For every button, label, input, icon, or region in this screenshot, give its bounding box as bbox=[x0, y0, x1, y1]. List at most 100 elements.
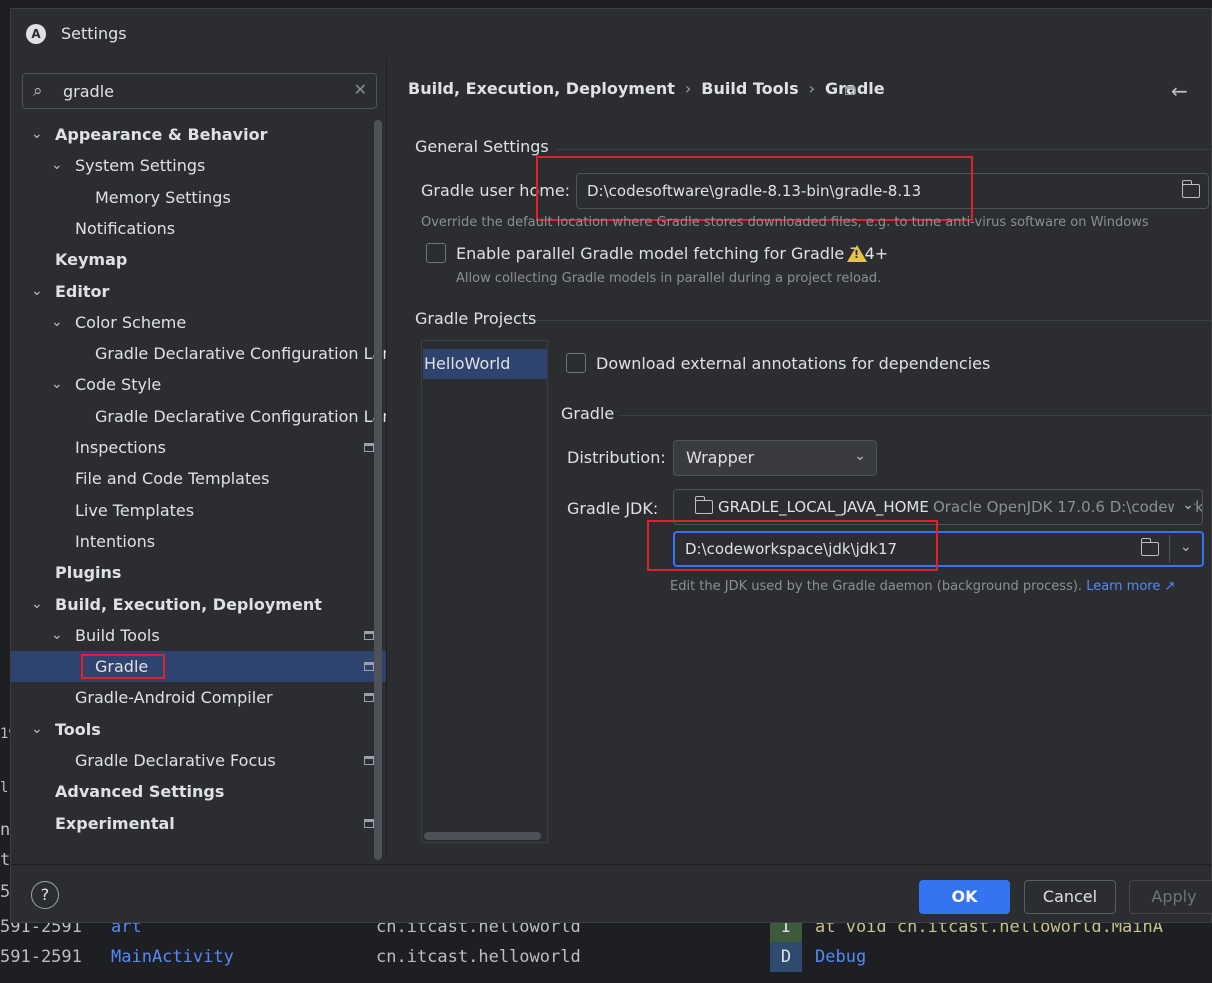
general-settings-title: General Settings bbox=[415, 137, 549, 156]
chevron-down-icon[interactable]: ⌄ bbox=[31, 276, 43, 307]
browse-folder-icon[interactable] bbox=[1140, 538, 1159, 556]
tree-item-label: Color Scheme bbox=[75, 312, 187, 332]
dialog-footer: ? OK Cancel Apply bbox=[11, 864, 1212, 922]
highlight-annotation bbox=[536, 156, 973, 221]
chevron-down-icon[interactable]: ⌄ bbox=[51, 369, 63, 400]
section-separator bbox=[536, 320, 1212, 321]
tree-item[interactable]: Gradle Declarative Focus bbox=[11, 745, 386, 776]
chevron-down-icon[interactable]: ⌄ bbox=[31, 119, 43, 150]
tree-item[interactable]: ⌄ Code Style bbox=[11, 369, 386, 400]
gradle-jdk-label: Gradle JDK: bbox=[567, 499, 659, 518]
chevron-down-icon[interactable]: ⌄ bbox=[1180, 539, 1192, 555]
tree-item-label: Inspections bbox=[75, 438, 166, 457]
tree-item[interactable]: ⌄ Build, Execution, Deployment bbox=[11, 589, 386, 620]
jdk-detail: Oracle OpenJDK 17.0.6 D:\codeworkspace\j… bbox=[933, 498, 1203, 516]
tree-item[interactable]: Inspections bbox=[11, 432, 386, 463]
tree-item[interactable]: ⌄ Editor bbox=[11, 276, 386, 307]
tree-item[interactable]: Gradle bbox=[11, 651, 386, 683]
apply-button[interactable]: Apply bbox=[1129, 880, 1212, 914]
tree-item[interactable]: ⌄ Build Tools bbox=[11, 620, 386, 651]
distribution-dropdown[interactable]: Wrapper ⌄ bbox=[673, 440, 877, 476]
tree-item[interactable]: Gradle Declarative Configuration Languag… bbox=[11, 338, 386, 369]
project-scope-icon bbox=[364, 818, 374, 828]
project-list-item[interactable]: HelloWorld bbox=[423, 349, 547, 379]
jdk-hint: Edit the JDK used by the Gradle daemon (… bbox=[670, 579, 1175, 594]
back-arrow-icon[interactable]: ← bbox=[1171, 79, 1188, 103]
tree-item[interactable]: Experimental bbox=[11, 808, 386, 839]
breadcrumb-item[interactable]: Build Tools bbox=[701, 79, 798, 98]
gradle-projects-list[interactable]: HelloWorld bbox=[421, 340, 548, 843]
search-input[interactable] bbox=[63, 80, 343, 102]
tree-item-label: Experimental bbox=[55, 813, 175, 833]
cancel-button[interactable]: Cancel bbox=[1024, 880, 1116, 914]
tree-scrollbar[interactable] bbox=[374, 120, 382, 860]
download-annotations-checkbox[interactable] bbox=[566, 353, 586, 373]
tree-item[interactable]: Gradle Declarative Configuration Languag… bbox=[11, 401, 386, 432]
tree-item-label: Editor bbox=[55, 281, 110, 301]
chevron-down-icon[interactable]: ⌄ bbox=[51, 150, 63, 181]
tree-item[interactable]: Gradle-Android Compiler bbox=[11, 682, 386, 713]
tree-item-label: Advanced Settings bbox=[55, 782, 225, 802]
settings-search[interactable]: ⌕ ✕ bbox=[22, 73, 377, 109]
chevron-down-icon[interactable]: ⌄ bbox=[31, 714, 43, 745]
settings-tree: ⌄ Appearance & Behavior ⌄ System Settings Me… bbox=[11, 119, 386, 859]
tree-item[interactable]: ⌄ Color Scheme bbox=[11, 307, 386, 338]
tree-item[interactable]: ⌄ Appearance & Behavior bbox=[11, 119, 386, 150]
parallel-fetching-checkbox[interactable] bbox=[426, 243, 446, 263]
tree-item-label: Notifications bbox=[75, 218, 176, 238]
android-studio-icon: A bbox=[26, 24, 46, 44]
clear-search-icon[interactable]: ✕ bbox=[354, 80, 367, 99]
chevron-down-icon[interactable]: ⌄ bbox=[1174, 497, 1194, 513]
tree-item[interactable]: ⌄ Tools bbox=[11, 714, 386, 745]
gutter-fragment: t bbox=[0, 850, 11, 870]
log-level-badge: D bbox=[770, 942, 802, 972]
tree-item-label: Tools bbox=[55, 719, 101, 739]
tree-item[interactable]: Intentions bbox=[11, 526, 386, 557]
dialog-title: Settings bbox=[61, 24, 127, 43]
search-icon[interactable]: ⌕ bbox=[33, 81, 43, 101]
panel-divider[interactable] bbox=[386, 59, 387, 859]
project-scope-icon bbox=[364, 630, 374, 640]
title-bar[interactable]: A Settings bbox=[11, 9, 1211, 59]
distribution-value: Wrapper bbox=[686, 448, 755, 467]
parallel-fetching-hint: Allow collecting Gradle models in parall… bbox=[456, 271, 882, 286]
log-tag: MainActivity bbox=[111, 947, 234, 967]
breadcrumb-separator-icon: › bbox=[808, 79, 816, 98]
distribution-label: Distribution: bbox=[567, 448, 666, 467]
chevron-down-icon[interactable]: ⌄ bbox=[51, 620, 63, 651]
tree-item-label: Memory Settings bbox=[95, 187, 231, 207]
tree-item[interactable]: Live Templates bbox=[11, 495, 386, 526]
highlight-annotation bbox=[81, 654, 165, 680]
chevron-down-icon[interactable]: ⌄ bbox=[31, 589, 43, 620]
log-package: cn.itcast.helloworld bbox=[376, 947, 581, 967]
ok-button[interactable]: OK bbox=[919, 880, 1010, 914]
browse-folder-icon[interactable] bbox=[1181, 180, 1200, 198]
tree-item-label: Plugins bbox=[55, 563, 122, 583]
learn-more-link[interactable]: Learn more ↗ bbox=[1086, 579, 1175, 594]
tree-item-label: Keymap bbox=[55, 250, 128, 270]
projects-scrollbar[interactable] bbox=[424, 832, 541, 840]
chevron-down-icon[interactable]: ⌄ bbox=[51, 307, 63, 338]
project-scope-icon bbox=[364, 693, 374, 703]
tree-item-label: Gradle Declarative Focus bbox=[75, 751, 276, 770]
tree-item-label: Code Style bbox=[75, 375, 162, 395]
jdk-folder-icon bbox=[694, 496, 713, 514]
tree-item[interactable]: ⌄ System Settings bbox=[11, 150, 386, 181]
tree-item[interactable]: Keymap bbox=[11, 244, 386, 275]
field-separator bbox=[1169, 535, 1170, 563]
download-annotations-label[interactable]: Download external annotations for depend… bbox=[596, 354, 990, 373]
log-row[interactable]: 591-2591 MainActivity cn.itcast.hellowor… bbox=[0, 942, 1212, 972]
project-scope-icon bbox=[364, 756, 374, 765]
gradle-home-hint: Override the default location where Grad… bbox=[421, 215, 1149, 230]
help-button[interactable]: ? bbox=[31, 881, 59, 909]
gutter-fragment: 5 bbox=[0, 882, 11, 902]
tree-item[interactable]: Memory Settings bbox=[11, 182, 386, 213]
tree-item-label: File and Code Templates bbox=[75, 469, 270, 489]
parallel-fetching-label[interactable]: Enable parallel Gradle model fetching fo… bbox=[456, 244, 888, 263]
tree-item[interactable]: Notifications bbox=[11, 213, 386, 244]
tree-item[interactable]: Advanced Settings bbox=[11, 776, 386, 807]
breadcrumb-item[interactable]: Build, Execution, Deployment bbox=[408, 79, 675, 98]
tree-item[interactable]: Plugins bbox=[11, 557, 386, 588]
project-scope-icon bbox=[364, 443, 374, 452]
tree-item[interactable]: File and Code Templates bbox=[11, 463, 386, 494]
